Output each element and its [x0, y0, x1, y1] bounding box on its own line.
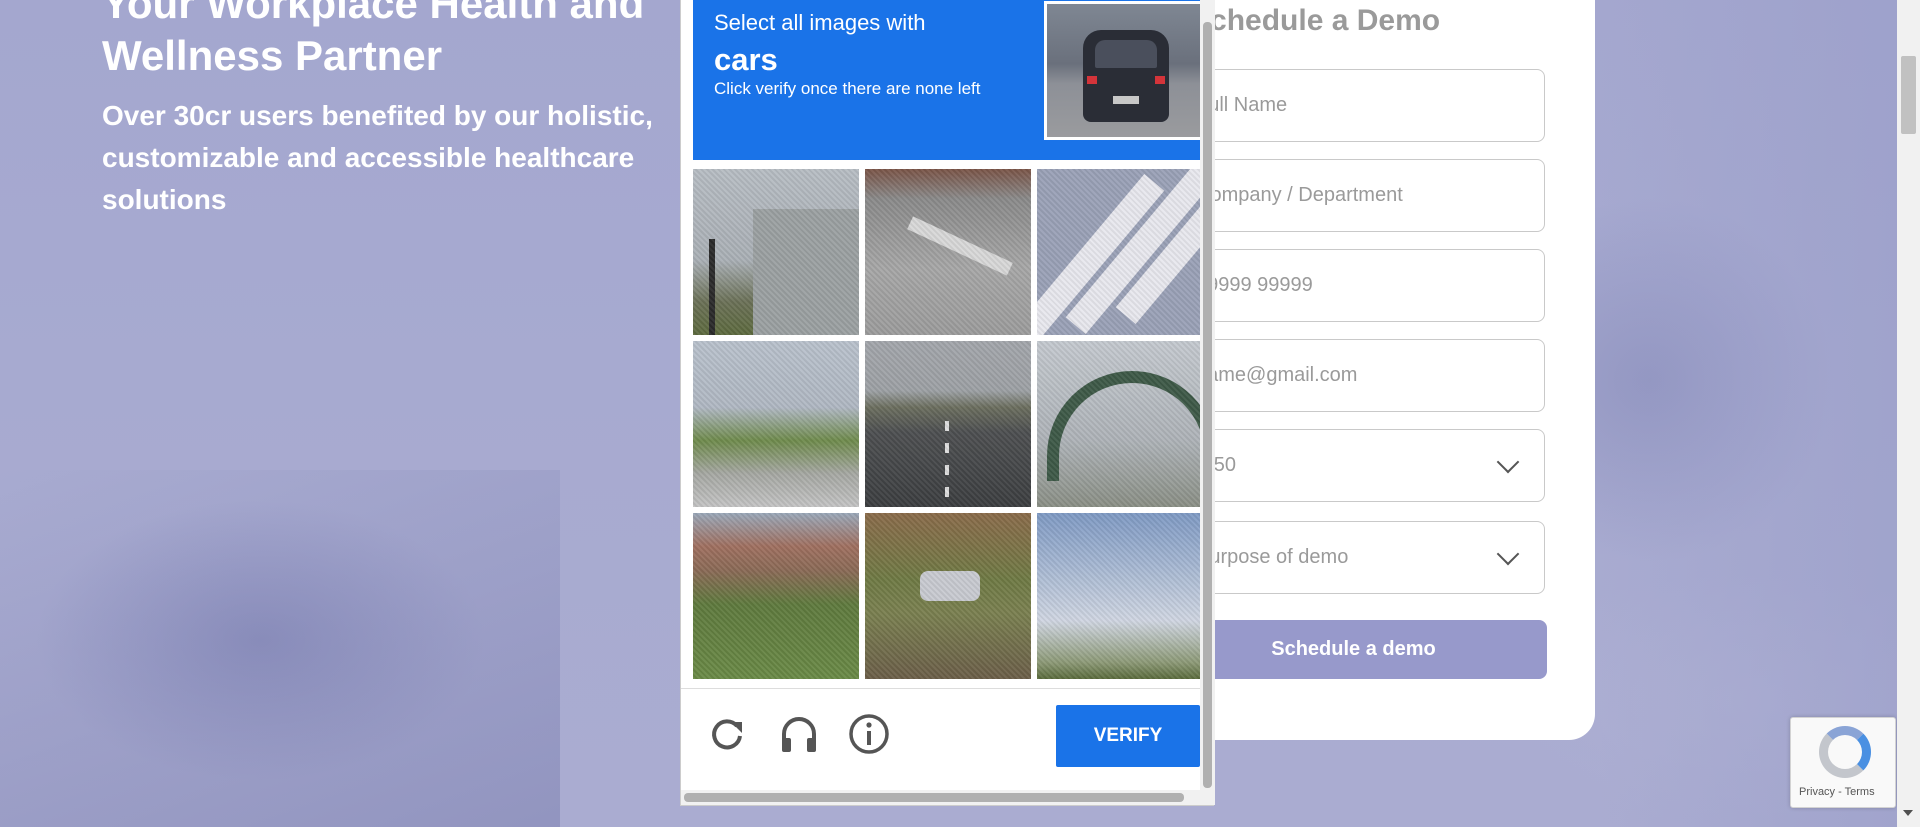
phone-field[interactable]: 99999 99999 — [1160, 249, 1545, 322]
company-field[interactable]: Company / Department — [1160, 159, 1545, 232]
recaptcha-challenge: Select all images with cars Click verify… — [680, 0, 1215, 806]
chevron-down-icon — [1496, 542, 1520, 566]
challenge-target: cars — [714, 42, 778, 77]
info-icon[interactable] — [847, 712, 891, 756]
page-scrollbar[interactable] — [1897, 0, 1920, 827]
reload-icon[interactable] — [705, 712, 749, 756]
tile-4[interactable] — [693, 341, 859, 507]
tile-5[interactable] — [865, 341, 1031, 507]
employees-select[interactable]: 1-50 — [1160, 429, 1545, 502]
tile-8[interactable] — [865, 513, 1031, 679]
recaptcha-links[interactable]: Privacy - Terms — [1799, 786, 1875, 798]
name-field[interactable]: Full Name — [1160, 69, 1545, 142]
tile-7[interactable] — [693, 513, 859, 679]
tile-1[interactable] — [693, 169, 859, 335]
tile-3[interactable] — [1037, 169, 1203, 335]
tile-2[interactable] — [865, 169, 1031, 335]
email-field[interactable]: name@gmail.com — [1160, 339, 1545, 412]
tile-9[interactable] — [1037, 513, 1203, 679]
challenge-hint: Click verify once there are none left — [714, 79, 981, 98]
hero-subtitle: Over 30cr users benefited by our holisti… — [102, 100, 653, 215]
tile-6[interactable] — [1037, 341, 1203, 507]
challenge-instruction: Select all images with — [714, 10, 926, 35]
challenge-header: Select all images with cars Click verify… — [693, 0, 1210, 160]
challenge-divider — [681, 688, 1200, 689]
sample-image — [1044, 1, 1210, 140]
purpose-select[interactable]: Purpose of demo — [1160, 521, 1545, 594]
recaptcha-badge[interactable]: Privacy - Terms — [1790, 717, 1896, 808]
challenge-vertical-scrollbar[interactable] — [1200, 0, 1215, 790]
headphones-icon[interactable] — [777, 712, 821, 756]
form-heading: Schedule a Demo — [1190, 4, 1441, 37]
schedule-demo-button[interactable]: Schedule a demo — [1160, 620, 1547, 679]
page-scrollbar-thumb[interactable] — [1901, 56, 1916, 134]
verify-button[interactable]: VERIFY — [1056, 705, 1200, 767]
challenge-horizontal-scrollbar[interactable] — [681, 790, 1215, 805]
recaptcha-logo-icon — [1819, 726, 1871, 778]
chevron-down-icon — [1496, 450, 1520, 474]
scroll-down-arrow-icon[interactable] — [1903, 810, 1913, 816]
